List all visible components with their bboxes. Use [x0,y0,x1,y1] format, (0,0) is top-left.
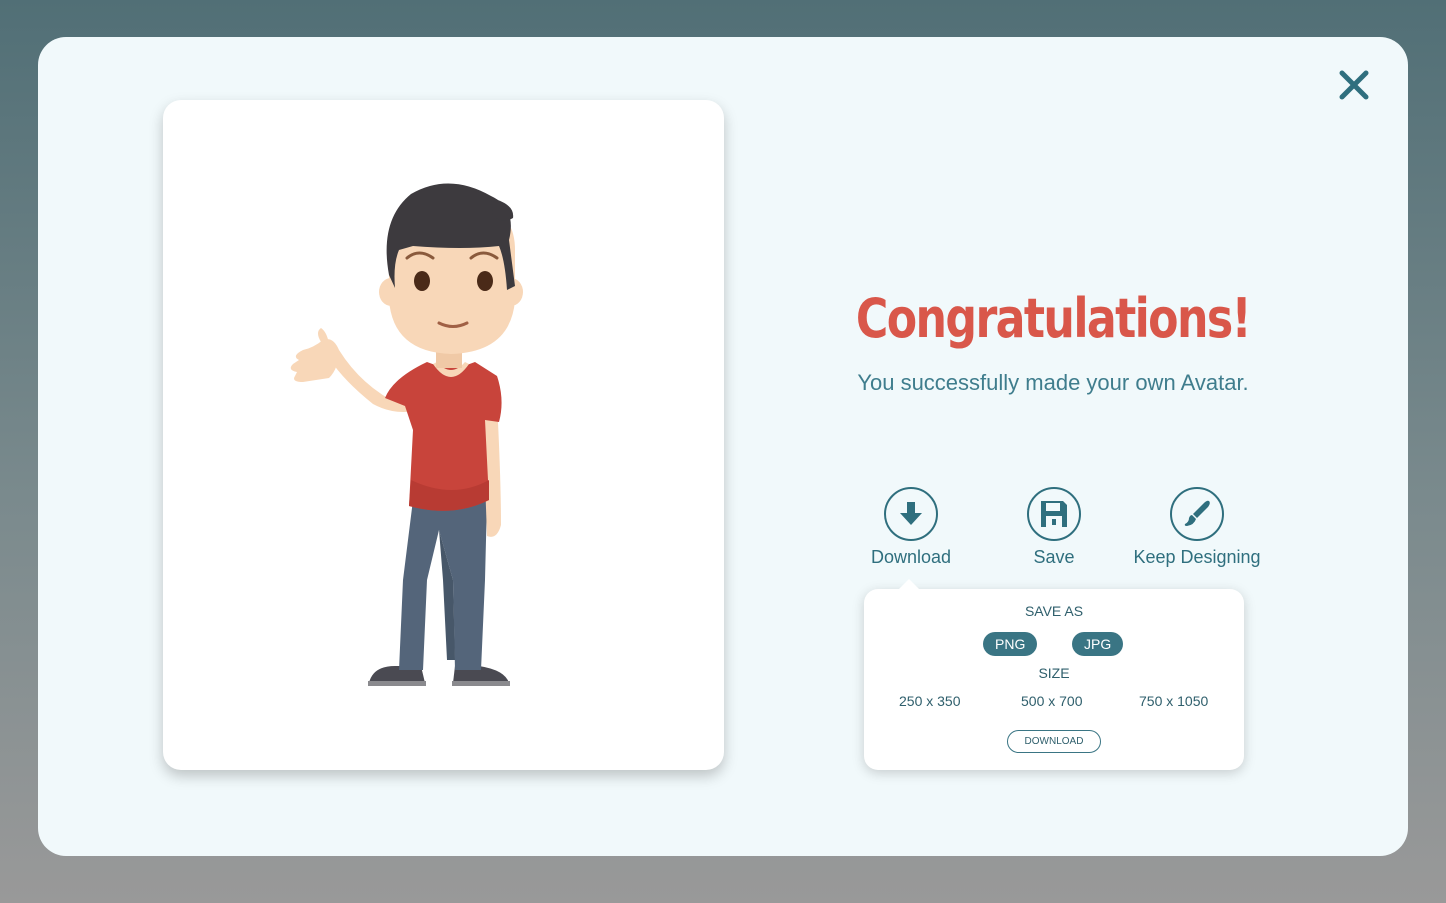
paintbrush-icon-circle[interactable] [1170,487,1224,541]
save-action[interactable]: Save [984,487,1124,568]
size-option-small[interactable]: 250 x 350 [899,693,961,709]
congratulations-title: Congratulations! [855,287,1252,350]
avatar-preview-card [163,100,724,770]
size-option-medium[interactable]: 500 x 700 [1021,693,1083,709]
download-icon-circle[interactable] [884,487,938,541]
download-confirm-button[interactable]: DOWNLOAD [1007,730,1101,753]
floppy-disk-icon [1041,501,1067,527]
download-options-popup: SAVE AS PNG JPG SIZE 250 x 350 500 x 700… [864,579,1244,770]
format-jpg-button[interactable]: JPG [1072,632,1124,656]
keep-designing-action[interactable]: Keep Designing [1127,487,1267,568]
format-png-button[interactable]: PNG [983,632,1038,656]
popup-pointer [898,579,920,590]
download-icon [900,502,922,525]
congrats-modal: Congratulations! You successfully made y… [38,37,1408,856]
keep-designing-label: Keep Designing [1133,547,1261,567]
save-label: Save [1033,547,1075,567]
download-label: Download [870,547,952,567]
size-option-large[interactable]: 750 x 1050 [1139,693,1208,709]
download-action[interactable]: Download [841,487,981,568]
success-subtitle: You successfully made your own Avatar. [857,370,1249,395]
save-as-heading: SAVE AS [1024,603,1084,619]
paintbrush-icon [1184,500,1210,526]
close-icon [1339,70,1369,100]
size-heading: SIZE [1038,665,1070,681]
save-icon-circle[interactable] [1027,487,1081,541]
avatar-illustration [290,183,523,686]
close-button[interactable] [1334,65,1374,105]
